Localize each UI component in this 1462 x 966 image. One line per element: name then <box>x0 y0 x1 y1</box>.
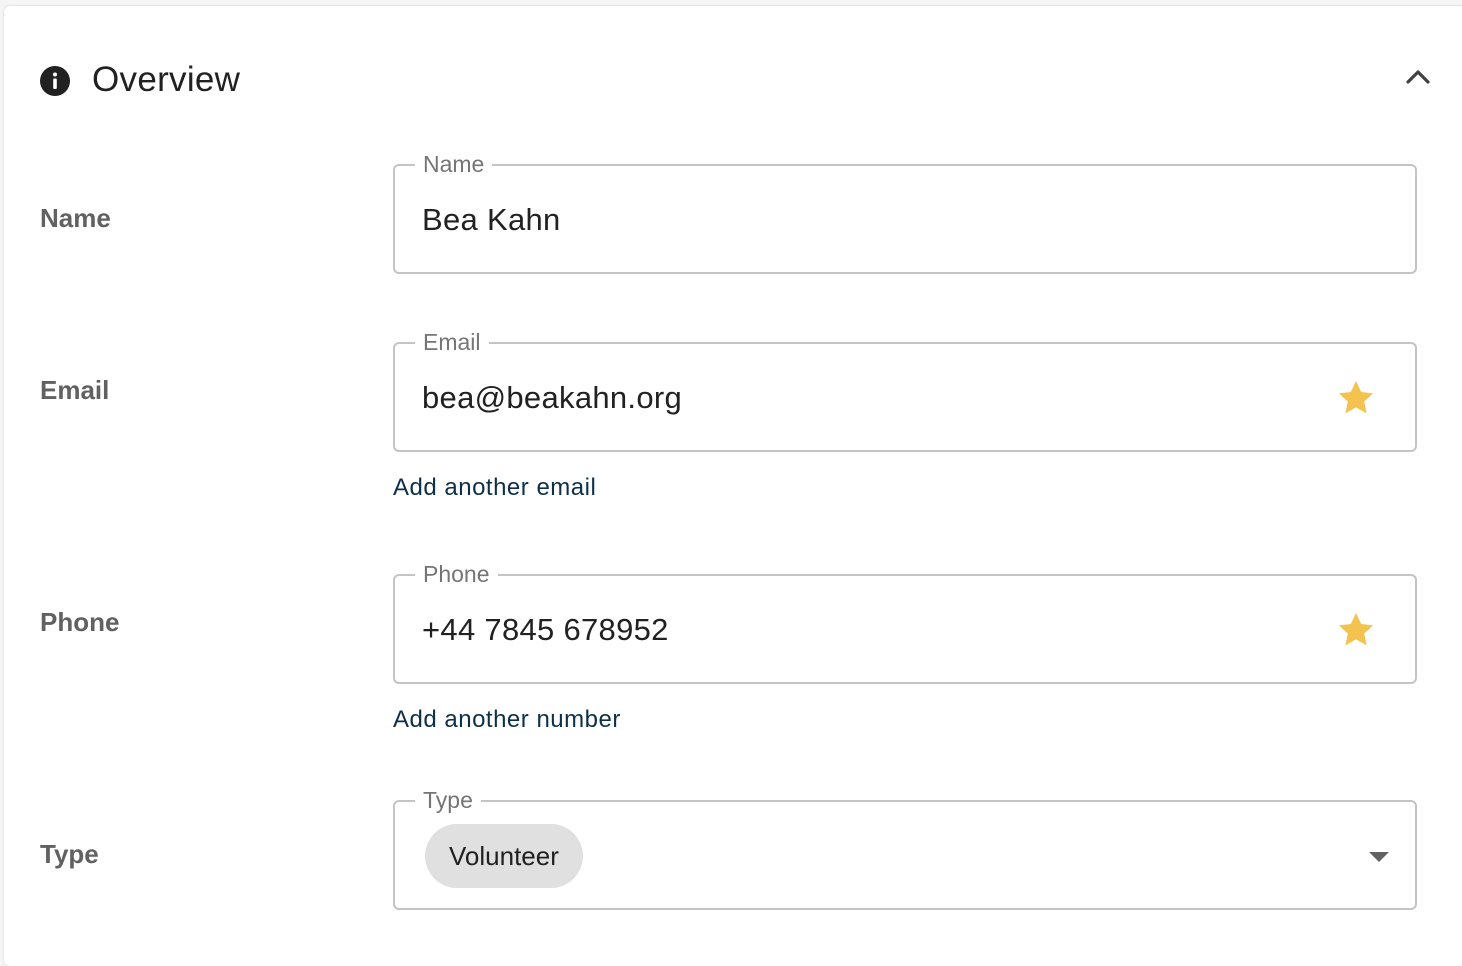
type-select[interactable]: Type Volunteer <box>393 785 1417 910</box>
add-another-email-link[interactable]: Add another email <box>393 474 596 502</box>
email-field[interactable]: Email <box>393 327 1417 452</box>
overview-card: Overview Name Name Email Email Add anoth… <box>4 6 1462 966</box>
email-field-legend: Email <box>415 327 489 357</box>
phone-input[interactable] <box>422 612 1302 648</box>
section-title: Overview <box>92 60 241 99</box>
caret-down-icon[interactable] <box>1367 850 1391 864</box>
name-input[interactable] <box>422 202 1302 238</box>
type-row-label: Type <box>40 839 99 869</box>
type-field-legend: Type <box>415 785 481 815</box>
star-icon[interactable] <box>1335 378 1377 418</box>
name-field-legend: Name <box>415 149 493 179</box>
email-input[interactable] <box>422 380 1302 416</box>
phone-row-label: Phone <box>40 607 120 637</box>
chevron-up-icon[interactable] <box>1396 56 1440 96</box>
star-icon[interactable] <box>1335 610 1377 650</box>
phone-field[interactable]: Phone <box>393 559 1417 684</box>
type-chip-volunteer[interactable]: Volunteer <box>425 824 583 888</box>
add-another-number-link[interactable]: Add another number <box>393 706 621 734</box>
name-field[interactable]: Name <box>393 149 1417 274</box>
info-icon <box>40 66 70 96</box>
phone-field-legend: Phone <box>415 559 498 589</box>
name-row-label: Name <box>40 203 111 233</box>
email-row-label: Email <box>40 375 110 405</box>
